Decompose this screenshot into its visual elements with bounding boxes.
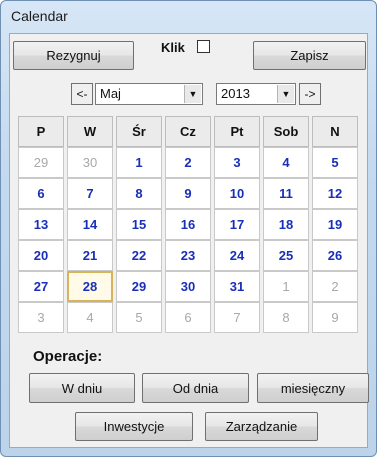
- day-cell[interactable]: 23: [165, 240, 211, 271]
- miesieczny-button[interactable]: miesięczny: [257, 373, 369, 403]
- year-value: 2013: [221, 86, 250, 101]
- weekday-header: N: [312, 116, 358, 147]
- day-cell[interactable]: 4: [67, 302, 113, 333]
- weekday-header: Sob: [263, 116, 309, 147]
- weekday-header: Pt: [214, 116, 260, 147]
- w-dniu-button[interactable]: W dniu: [29, 373, 135, 403]
- chevron-down-icon[interactable]: ▼: [277, 85, 294, 103]
- year-select[interactable]: 2013 ▼: [216, 83, 296, 105]
- day-cell[interactable]: 2: [165, 147, 211, 178]
- day-cell[interactable]: 9: [165, 178, 211, 209]
- cancel-button[interactable]: Rezygnuj: [13, 41, 134, 70]
- day-cell-selected[interactable]: 28: [67, 271, 113, 302]
- day-cell[interactable]: 8: [263, 302, 309, 333]
- day-cell[interactable]: 11: [263, 178, 309, 209]
- weekday-header: Śr: [116, 116, 162, 147]
- day-cell[interactable]: 19: [312, 209, 358, 240]
- calendar-window: Calendar Rezygnuj Klik Zapisz <- Maj ▼ 2…: [0, 0, 377, 457]
- day-cell[interactable]: 3: [18, 302, 64, 333]
- day-cell[interactable]: 16: [165, 209, 211, 240]
- klik-checkbox[interactable]: [197, 40, 210, 53]
- day-cell[interactable]: 22: [116, 240, 162, 271]
- zarzadzanie-button[interactable]: Zarządzanie: [205, 412, 318, 441]
- month-select[interactable]: Maj ▼: [95, 83, 203, 105]
- day-cell[interactable]: 7: [67, 178, 113, 209]
- day-cell[interactable]: 9: [312, 302, 358, 333]
- month-value: Maj: [100, 86, 121, 101]
- day-cell[interactable]: 15: [116, 209, 162, 240]
- day-cell[interactable]: 14: [67, 209, 113, 240]
- inwestycje-button[interactable]: Inwestycje: [75, 412, 193, 441]
- day-cell[interactable]: 17: [214, 209, 260, 240]
- od-dnia-button[interactable]: Od dnia: [142, 373, 249, 403]
- day-cell[interactable]: 31: [214, 271, 260, 302]
- day-cell[interactable]: 1: [263, 271, 309, 302]
- day-cell[interactable]: 5: [312, 147, 358, 178]
- day-cell[interactable]: 7: [214, 302, 260, 333]
- save-button[interactable]: Zapisz: [253, 41, 366, 70]
- next-month-button[interactable]: ->: [299, 83, 321, 105]
- day-cell[interactable]: 13: [18, 209, 64, 240]
- day-cell[interactable]: 8: [116, 178, 162, 209]
- operations-label: Operacje:: [33, 348, 103, 365]
- weekday-header: Cz: [165, 116, 211, 147]
- day-cell[interactable]: 18: [263, 209, 309, 240]
- day-cell[interactable]: 21: [67, 240, 113, 271]
- day-cell[interactable]: 4: [263, 147, 309, 178]
- chevron-down-icon[interactable]: ▼: [184, 85, 201, 103]
- weekday-header: P: [18, 116, 64, 147]
- day-cell[interactable]: 6: [165, 302, 211, 333]
- day-cell[interactable]: 30: [67, 147, 113, 178]
- day-cell[interactable]: 24: [214, 240, 260, 271]
- day-cell[interactable]: 3: [214, 147, 260, 178]
- day-cell[interactable]: 25: [263, 240, 309, 271]
- klik-label: Klik: [161, 40, 185, 55]
- day-cell[interactable]: 30: [165, 271, 211, 302]
- day-cell[interactable]: 1: [116, 147, 162, 178]
- day-cell[interactable]: 27: [18, 271, 64, 302]
- day-cell[interactable]: 29: [116, 271, 162, 302]
- window-title: Calendar: [11, 8, 68, 24]
- day-cell[interactable]: 5: [116, 302, 162, 333]
- prev-month-button[interactable]: <-: [71, 83, 93, 105]
- day-cell[interactable]: 10: [214, 178, 260, 209]
- day-cell[interactable]: 20: [18, 240, 64, 271]
- day-cell[interactable]: 6: [18, 178, 64, 209]
- title-bar[interactable]: Calendar: [1, 1, 376, 31]
- weekday-header: W: [67, 116, 113, 147]
- day-cell[interactable]: 12: [312, 178, 358, 209]
- day-cell[interactable]: 29: [18, 147, 64, 178]
- day-cell[interactable]: 2: [312, 271, 358, 302]
- day-cell[interactable]: 26: [312, 240, 358, 271]
